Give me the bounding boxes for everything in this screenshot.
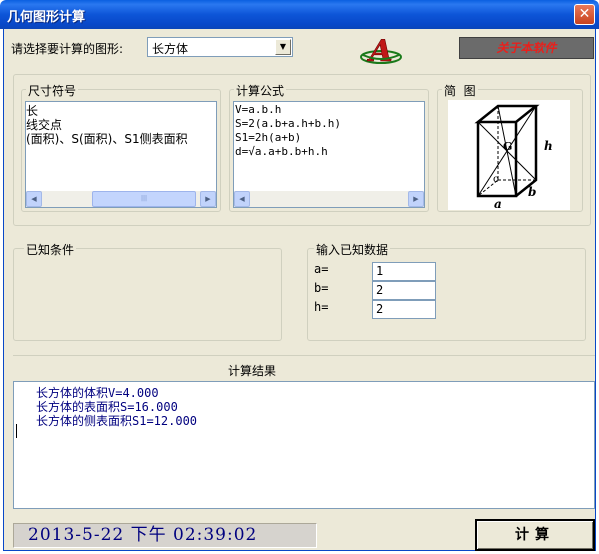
dimensions-group: 尺寸符号 长 线交点 (面积)、S(面积)、S1侧表面积 ◀ ||| ▶ <box>21 82 221 212</box>
formula-line: S=2(a.b+a.h+b.h) <box>235 117 341 130</box>
known-conditions-group: 已知条件 <box>13 241 282 341</box>
scroll-left-icon[interactable]: ◀ <box>26 191 42 207</box>
diagram-group: 简 图 h a b G o <box>437 82 583 212</box>
text-caret <box>16 424 17 438</box>
chevron-down-icon[interactable]: ▼ <box>275 39 291 55</box>
scroll-left-icon[interactable]: ◀ <box>234 191 250 207</box>
window-client: 请选择要计算的图形: 长方体 ▼ A 关于本软件 尺寸符号 长 线交点 (面积)… <box>3 29 596 551</box>
dimension-line: (面积)、S(面积)、S1侧表面积 <box>26 132 188 146</box>
input-a-field[interactable]: 1 <box>372 262 436 281</box>
dimensions-list[interactable]: 长 线交点 (面积)、S(面积)、S1侧表面积 ◀ ||| ▶ <box>25 101 217 208</box>
horizontal-scrollbar[interactable]: ◀ ▶ <box>234 191 424 207</box>
input-data-title: 输入已知数据 <box>314 241 391 258</box>
close-button[interactable]: ✕ <box>574 4 595 25</box>
label-o: o <box>493 174 499 185</box>
formula-line: V=a.b.h <box>235 103 282 116</box>
input-label-a: a= <box>314 262 329 276</box>
formula-line: S1=2h(a+b) <box>235 131 302 144</box>
scroll-right-icon[interactable]: ▶ <box>408 191 424 207</box>
diagram-title: 简 图 <box>442 82 478 99</box>
label-h: h <box>544 139 553 153</box>
shape-select-value: 长方体 <box>152 42 189 56</box>
formula-line: d=√a.a+b.b+h.h <box>235 145 328 158</box>
input-b-field[interactable]: 2 <box>372 281 436 300</box>
title-bar: 几何图形计算 ✕ <box>0 0 599 29</box>
results-textarea[interactable]: 长方体的体积V=4.000 长方体的表面积S=16.000 长方体的侧表面积S1… <box>13 381 595 509</box>
calculate-button[interactable]: 计算 <box>475 519 595 551</box>
result-line: 长方体的侧表面积S1=12.000 <box>36 414 198 428</box>
info-panel: 尺寸符号 长 线交点 (面积)、S(面积)、S1侧表面积 ◀ ||| ▶ 计算公… <box>13 74 591 226</box>
logo-icon: A <box>360 34 402 69</box>
horizontal-scrollbar[interactable]: ◀ ||| ▶ <box>26 191 216 207</box>
logo-letter: A <box>366 34 392 69</box>
window-title: 几何图形计算 <box>7 10 86 25</box>
datetime-display: 2013-5-22 下午 02:39:02 <box>13 523 317 548</box>
dimensions-title: 尺寸符号 <box>26 82 79 99</box>
formula-group: 计算公式 V=a.b.h S=2(a.b+a.h+b.h) S1=2h(a+b)… <box>229 82 429 212</box>
label-g: G <box>503 140 512 153</box>
formula-list[interactable]: V=a.b.h S=2(a.b+a.h+b.h) S1=2h(a+b) d=√a… <box>233 101 425 208</box>
formula-title: 计算公式 <box>234 82 287 99</box>
input-label-h: h= <box>314 300 329 314</box>
about-button[interactable]: 关于本软件 <box>459 37 594 59</box>
input-h-field[interactable]: 2 <box>372 300 436 319</box>
shape-select[interactable]: 长方体 ▼ <box>147 37 293 57</box>
results-header: 计算结果 <box>13 355 595 379</box>
results-title: 计算结果 <box>228 364 277 378</box>
known-conditions-title: 已知条件 <box>24 241 77 258</box>
input-label-b: b= <box>314 281 329 295</box>
scroll-thumb[interactable]: ||| <box>92 191 196 207</box>
label-a: a <box>494 197 502 210</box>
input-data-group: 输入已知数据 a= 1 b= 2 h= 2 <box>307 241 586 341</box>
label-b: b <box>528 185 536 199</box>
shape-select-label: 请选择要计算的图形: <box>11 42 124 56</box>
cuboid-diagram: h a b G o <box>448 100 570 210</box>
scroll-right-icon[interactable]: ▶ <box>200 191 216 207</box>
